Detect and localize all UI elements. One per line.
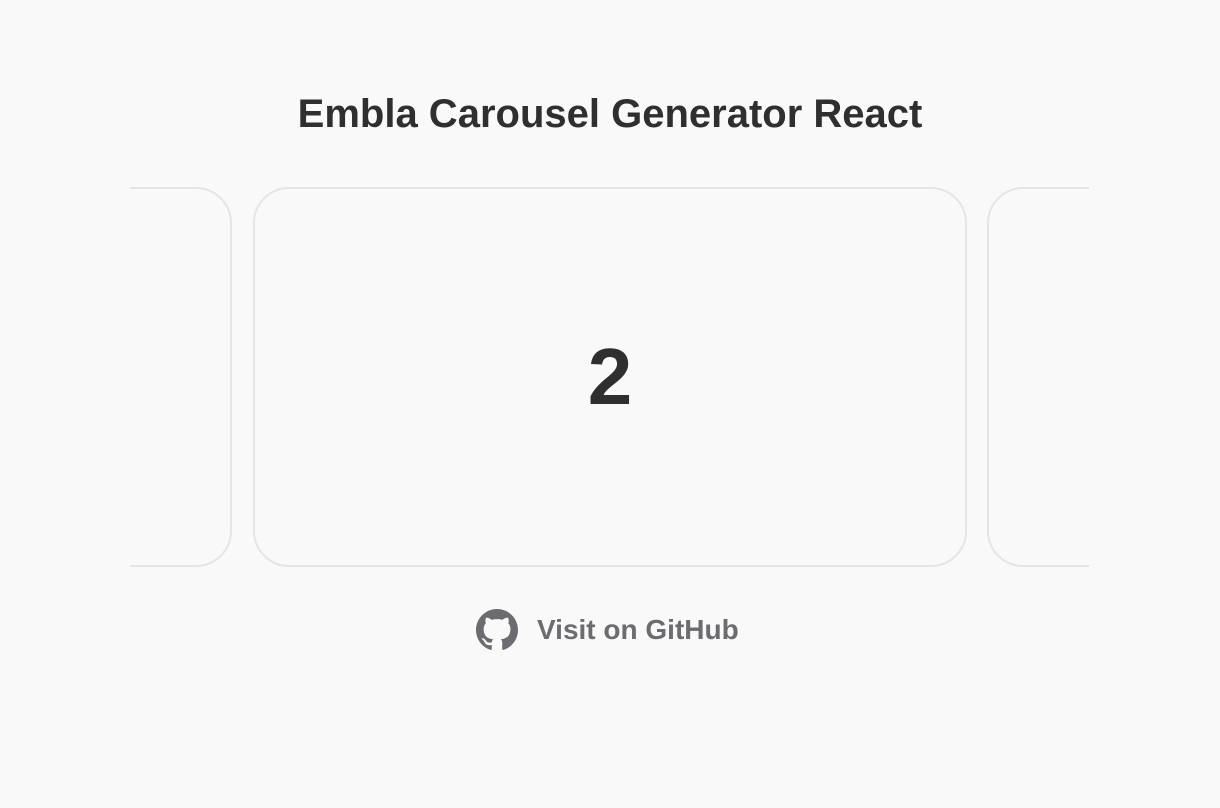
github-link[interactable]: Visit on GitHub	[476, 608, 739, 652]
carousel-viewport[interactable]: 1 2 3	[130, 187, 1089, 567]
github-link-label: Visit on GitHub	[537, 614, 739, 645]
carousel-slide-current[interactable]: 2	[253, 187, 967, 567]
carousel-slide-next[interactable]: 3	[987, 187, 1089, 567]
carousel-slide-prev[interactable]: 1	[130, 187, 232, 567]
page-title: Embla Carousel Generator React	[297, 92, 923, 136]
github-icon	[476, 609, 518, 651]
slide-number: 2	[587, 332, 633, 421]
carousel-track[interactable]: 1 2 3	[130, 187, 1089, 567]
